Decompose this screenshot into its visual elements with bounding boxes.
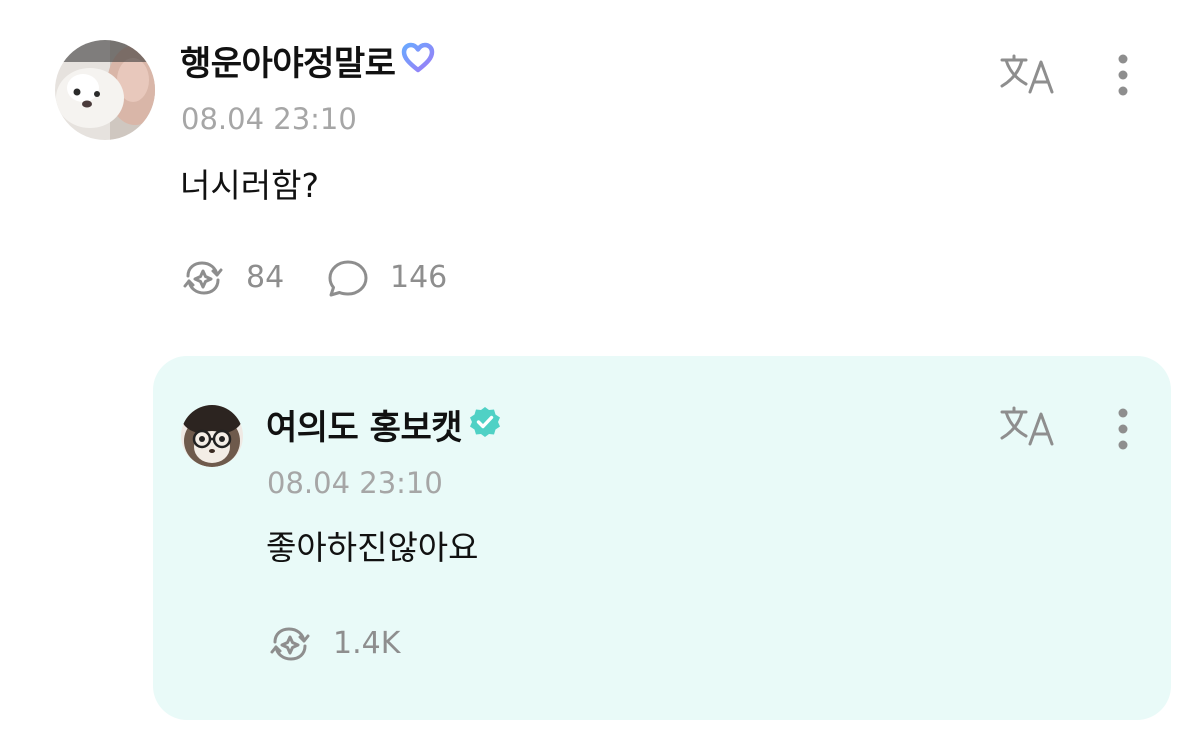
remix-count: 1.4K (333, 626, 401, 661)
username[interactable]: 여의도 홍보캣 (266, 405, 502, 451)
timestamp: 08.04 23:10 (267, 466, 443, 500)
more-button[interactable] (1108, 52, 1138, 98)
reply-count: 146 (390, 260, 448, 295)
reply-card[interactable]: 여의도 홍보캣 08.04 23:10 좋아하진않아요 1.4K (153, 356, 1171, 720)
avatar[interactable] (181, 405, 243, 467)
more-vertical-icon (1118, 408, 1128, 450)
comment-bubble-icon (328, 260, 368, 297)
avatar-photo (55, 40, 155, 140)
username-text: 여의도 홍보캣 (266, 408, 463, 448)
more-button[interactable] (1108, 406, 1138, 452)
avatar-photo (181, 405, 243, 467)
translate-button[interactable] (1000, 406, 1058, 446)
post-content: 너시러함? (180, 166, 319, 205)
verified-check-badge-icon (468, 405, 502, 448)
username-text: 행운아야정말로 (180, 44, 396, 84)
post: 행운아야정말로 08.04 23:10 너시러함? 84 146 (0, 0, 1200, 330)
timestamp: 08.04 23:10 (181, 102, 357, 136)
translate-button[interactable] (1000, 54, 1058, 94)
remix-button[interactable]: 84 (180, 258, 284, 298)
translate-icon (1000, 406, 1054, 446)
reply-content: 좋아하진않아요 (266, 528, 479, 567)
remix-sparkle-icon (183, 261, 223, 295)
remix-button[interactable]: 1.4K (267, 624, 400, 664)
username[interactable]: 행운아야정말로 (180, 42, 435, 86)
translate-icon (1000, 54, 1054, 94)
remix-count: 84 (246, 260, 285, 295)
heart-outline-badge-icon (401, 42, 435, 83)
remix-sparkle-icon (270, 627, 310, 661)
more-vertical-icon (1118, 54, 1128, 96)
avatar[interactable] (55, 40, 155, 140)
reply-button[interactable]: 146 (326, 258, 447, 298)
